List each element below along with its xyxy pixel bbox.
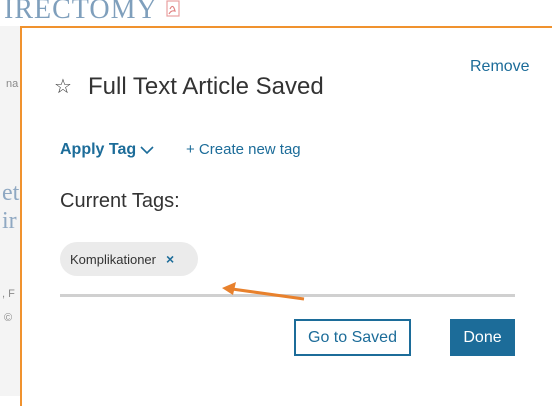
done-button[interactable]: Done <box>450 319 515 356</box>
remove-link[interactable]: Remove <box>470 58 530 76</box>
background-fragment: © <box>4 312 13 324</box>
close-icon[interactable]: × <box>166 252 174 266</box>
background-fragment: , F <box>2 288 15 300</box>
background-fragment: ir <box>2 208 17 234</box>
tag-label: Komplikationer <box>70 251 156 267</box>
tag-chip: Komplikationer × <box>60 242 198 276</box>
star-outline-icon: ☆ <box>54 76 72 98</box>
apply-tag-dropdown[interactable]: Apply Tag <box>60 141 155 159</box>
background-fragment: na <box>6 78 19 90</box>
current-tags-heading: Current Tags: <box>60 190 180 212</box>
chevron-down-icon <box>140 146 154 155</box>
background-article-title: IRECTOMY <box>4 0 158 25</box>
background-fragment: et <box>2 180 20 206</box>
apply-tag-label: Apply Tag <box>60 141 137 158</box>
create-new-tag-link[interactable]: + Create new tag <box>186 141 301 158</box>
annotation-arrow-icon <box>222 282 305 301</box>
pdf-icon <box>166 0 180 17</box>
dialog-title: Full Text Article Saved <box>88 73 324 100</box>
go-to-saved-button[interactable]: Go to Saved <box>294 319 411 356</box>
